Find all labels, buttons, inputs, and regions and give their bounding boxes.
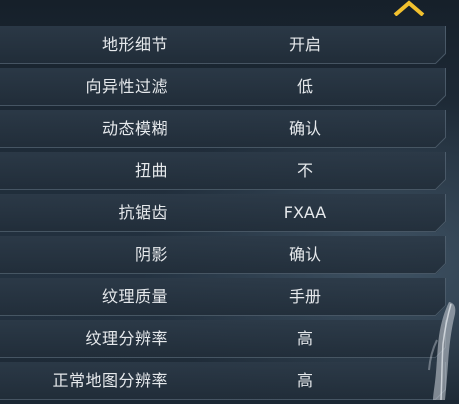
setting-label: 向异性过滤 [85, 77, 168, 96]
setting-label: 扭曲 [134, 161, 168, 180]
top-bar [0, 0, 459, 22]
setting-label: 纹理分辨率 [85, 329, 168, 348]
setting-row-terrain-detail[interactable]: 地形细节 开启 [0, 26, 459, 64]
setting-value[interactable]: 低 [235, 68, 375, 106]
setting-row-texture-quality[interactable]: 纹理质量 手册 [0, 278, 459, 316]
setting-label: 正常地图分辨率 [52, 371, 168, 390]
setting-value[interactable]: 开启 [235, 26, 375, 64]
setting-value[interactable]: 高 [235, 362, 375, 400]
setting-label: 动态模糊 [101, 119, 168, 138]
setting-row-texture-resolution[interactable]: 纹理分辨率 高 [0, 320, 459, 358]
setting-row-anisotropic-filtering[interactable]: 向异性过滤 低 [0, 68, 459, 106]
setting-row-normal-map-resolution[interactable]: 正常地图分辨率 高 [0, 362, 459, 400]
settings-list: 地形细节 开启 向异性过滤 低 动态模糊 确认 扭曲 不 抗锯齿 FXAA 阴影… [0, 26, 459, 404]
background-character-silhouette [428, 302, 456, 400]
setting-row-motion-blur[interactable]: 动态模糊 确认 [0, 110, 459, 148]
setting-row-distortion[interactable]: 扭曲 不 [0, 152, 459, 190]
setting-value[interactable]: 确认 [235, 236, 375, 274]
setting-row-shadows[interactable]: 阴影 确认 [0, 236, 459, 274]
setting-label: 抗锯齿 [118, 203, 168, 222]
setting-label: 阴影 [134, 245, 168, 264]
setting-value[interactable]: 高 [235, 320, 375, 358]
setting-value[interactable]: 手册 [235, 278, 375, 316]
chevron-up-icon[interactable] [391, 0, 427, 16]
setting-label: 纹理质量 [101, 287, 168, 306]
setting-value[interactable]: FXAA [235, 194, 375, 232]
setting-row-anti-aliasing[interactable]: 抗锯齿 FXAA [0, 194, 459, 232]
setting-label: 地形细节 [101, 35, 168, 54]
setting-value[interactable]: 确认 [235, 110, 375, 148]
setting-value[interactable]: 不 [235, 152, 375, 190]
